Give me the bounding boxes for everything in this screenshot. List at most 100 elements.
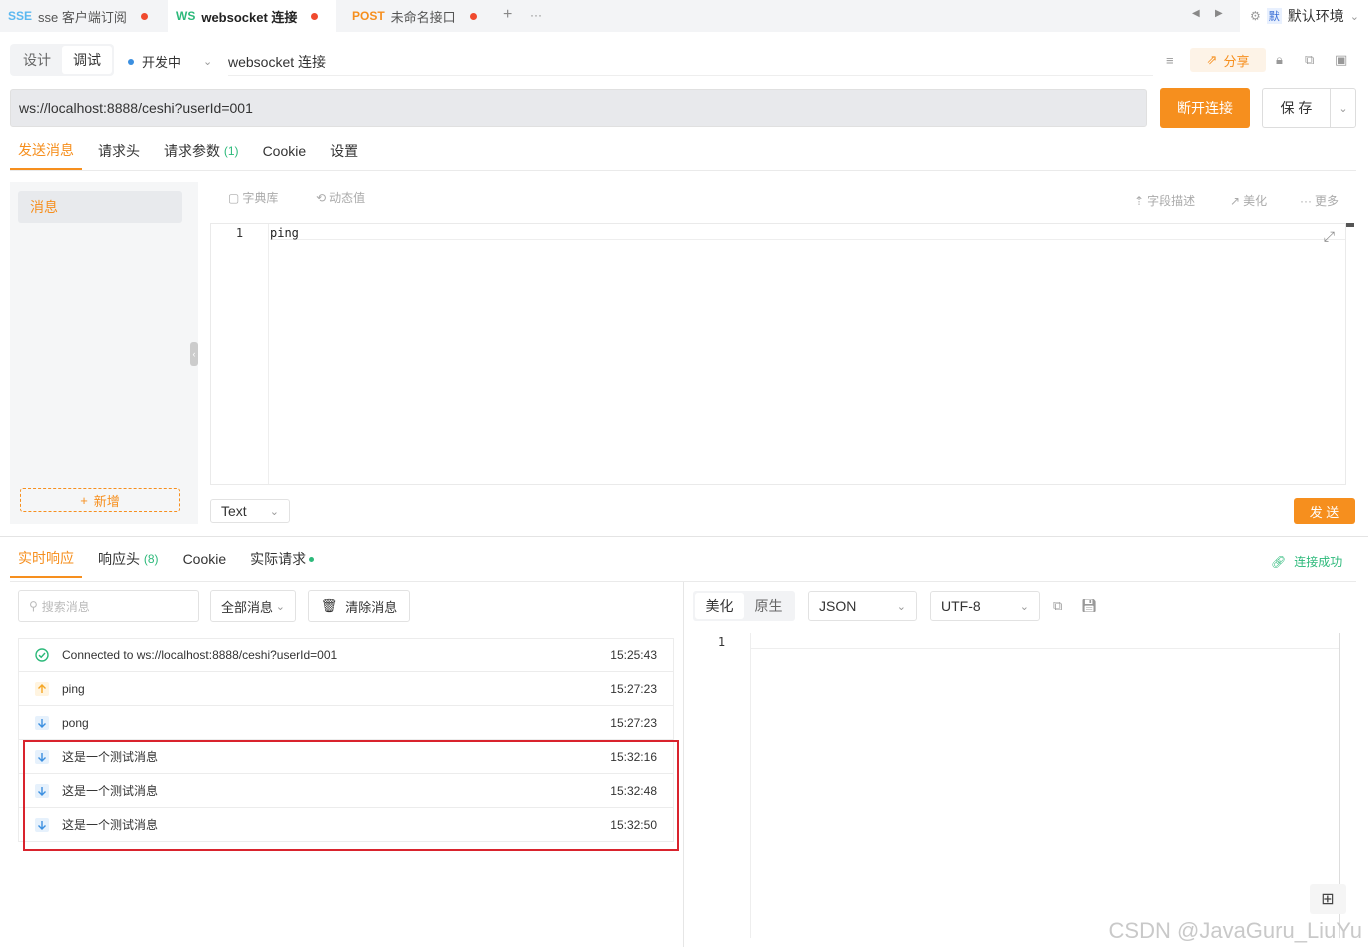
divider (0, 536, 1368, 537)
field-desc-button[interactable]: ⇡ 字段描述 (1134, 192, 1195, 209)
expand-icon[interactable]: ⤢ (1324, 228, 1335, 245)
more-icon: ··· (1300, 193, 1312, 208)
tab-label: 请求参数 (164, 143, 220, 159)
tab-params[interactable]: 请求参数 (1) (156, 132, 247, 170)
share-button[interactable]: ⇗ 分享 (1190, 48, 1266, 72)
tab-websocket[interactable]: WS websocket 连接 (168, 0, 336, 32)
tab-label: 发送消息 (18, 142, 74, 158)
mode-switch: 设计 调试 (10, 44, 114, 76)
chevron-down-icon: ⌄ (1349, 10, 1359, 23)
tab-settings[interactable]: 设置 (322, 132, 366, 170)
status-dot (128, 58, 134, 65)
save-icon[interactable]: 💾︎ (1081, 598, 1098, 614)
chevron-down-icon: ⌄ (896, 600, 906, 613)
tab-post[interactable]: POST 未命名接口 (344, 0, 494, 32)
mode-raw[interactable]: 原生 (744, 593, 793, 619)
message-editor[interactable]: 1 ping ⤢ (210, 223, 1346, 485)
tool-label: 字典库 (242, 191, 279, 205)
collapse-handle[interactable]: ‹ (190, 342, 198, 366)
archive-icon[interactable]: ▣ (1335, 52, 1347, 68)
share-label: 分享 (1223, 53, 1250, 69)
unsaved-dot (311, 12, 319, 20)
pane-divider[interactable] (683, 582, 684, 947)
format-select[interactable]: Text ⌄ (210, 499, 290, 523)
format-label: Text (221, 503, 247, 519)
tab-bar: SSE sse 客户端订阅 WS websocket 连接 POST 未命名接口… (0, 0, 1368, 32)
search-input[interactable]: ⚲ 搜索消息 (18, 590, 199, 622)
request-tabs: 发送消息 请求头 请求参数 (1) Cookie 设置 (10, 132, 374, 170)
env-label: 默认环境 (1287, 8, 1344, 24)
save-menu-button[interactable]: ⌄ (1330, 88, 1356, 128)
format-icon[interactable]: ≡ (1166, 53, 1174, 68)
tab-response-cookie[interactable]: Cookie (175, 540, 235, 578)
tab-count: (8) (143, 552, 159, 566)
upload-icon: ⇡ (1134, 193, 1145, 208)
encoding-select[interactable]: UTF-8 ⌄ (930, 591, 1040, 621)
tab-label: 请求头 (98, 143, 140, 159)
tool-label: 动态值 (329, 191, 366, 205)
sidebar-item-message[interactable]: 消息 (18, 191, 182, 223)
tab-realtime[interactable]: 实时响应 (10, 540, 82, 578)
beautify-button[interactable]: ↗ 美化 (1230, 192, 1267, 209)
code-line[interactable]: ping (270, 224, 1345, 240)
tool-label: 更多 (1315, 194, 1340, 208)
copy-icon[interactable]: ⧉ (1305, 52, 1314, 68)
lock-icon[interactable]: 🔒︎ (1276, 52, 1283, 68)
message-row[interactable]: Connected to ws://localhost:8888/ceshi?u… (18, 638, 674, 672)
more-button[interactable]: ··· 更多 (1300, 192, 1339, 209)
response-editor[interactable]: 1 (693, 633, 1340, 938)
clear-label: 清除消息 (345, 599, 398, 615)
chevron-down-icon: ⌄ (269, 505, 279, 518)
mode-debug[interactable]: 调试 (62, 46, 112, 74)
scroll-right-icon[interactable]: ▶ (1215, 8, 1223, 19)
message-time: 15:27:23 (610, 715, 657, 730)
tab-label: websocket 连接 (201, 9, 298, 25)
tab-cookie[interactable]: Cookie (255, 132, 315, 170)
message-sidebar: 消息 + 新增 (10, 182, 198, 524)
disconnect-button[interactable]: 断开连接 (1160, 88, 1250, 128)
tab-label: 实时响应 (18, 550, 74, 566)
tab-sse[interactable]: SSE sse 客户端订阅 (0, 0, 160, 32)
search-icon: ⚲ (29, 599, 38, 613)
dynamic-value-button[interactable]: ⟲ 动态值 (316, 189, 365, 206)
url-input[interactable]: ws://localhost:8888/ceshi?userId=001 (10, 89, 1147, 127)
dynamic-icon: ⟲ (316, 190, 327, 205)
more-tabs-icon[interactable]: ··· (530, 8, 542, 22)
response-tabs: 实时响应 响应头 (8) Cookie 实际请求 (10, 540, 330, 580)
layout-icon[interactable]: ⊞ (1310, 884, 1346, 914)
response-format-select[interactable]: JSON ⌄ (808, 591, 917, 621)
status-select[interactable]: 开发中 ⌄ (128, 52, 212, 71)
tab-response-headers[interactable]: 响应头 (8) (90, 540, 167, 578)
tab-actual-request[interactable]: 实际请求 (242, 540, 322, 578)
tab-headers[interactable]: 请求头 (90, 132, 148, 170)
message-row[interactable]: pong 15:27:23 (18, 706, 674, 740)
environment-select[interactable]: ⚙ 默 默认环境 ⌄ (1240, 0, 1368, 32)
line-number: 1 (693, 633, 751, 938)
tab-label: 设置 (330, 143, 359, 159)
send-button[interactable]: 发 送 (1294, 498, 1355, 524)
unsaved-dot (469, 12, 477, 20)
chevron-down-icon: ⌄ (1019, 600, 1029, 613)
copy-icon[interactable]: ⧉ (1053, 598, 1062, 614)
filter-select[interactable]: 全部消息 ⌄ (210, 590, 296, 622)
add-message-button[interactable]: + 新增 (20, 488, 180, 512)
response-mode-switch: 美化 原生 (693, 591, 795, 621)
scroll-left-icon[interactable]: ◀ (1192, 8, 1200, 19)
mode-design[interactable]: 设计 (12, 46, 62, 74)
unsaved-dot (140, 12, 148, 20)
code-line[interactable] (751, 633, 1340, 649)
message-row[interactable]: ping 15:27:23 (18, 672, 674, 706)
search-placeholder: 搜索消息 (41, 599, 90, 614)
dict-button[interactable]: ▢ 字典库 (228, 189, 278, 206)
clear-messages-button[interactable]: 🗑︎ 清除消息 (308, 590, 410, 622)
tab-send-message[interactable]: 发送消息 (10, 132, 82, 170)
api-name-input[interactable]: websocket 连接 (228, 52, 1153, 76)
mode-beautify[interactable]: 美化 (695, 593, 744, 619)
book-icon: ▢ (228, 190, 240, 205)
add-tab-icon[interactable]: + (503, 6, 512, 24)
scrollbar-thumb[interactable] (1346, 223, 1354, 227)
save-button[interactable]: 保 存 (1262, 88, 1330, 128)
filter-label: 全部消息 (221, 599, 274, 615)
message-text: Connected to ws://localhost:8888/ceshi?u… (62, 648, 338, 662)
message-text: ping (62, 681, 85, 696)
